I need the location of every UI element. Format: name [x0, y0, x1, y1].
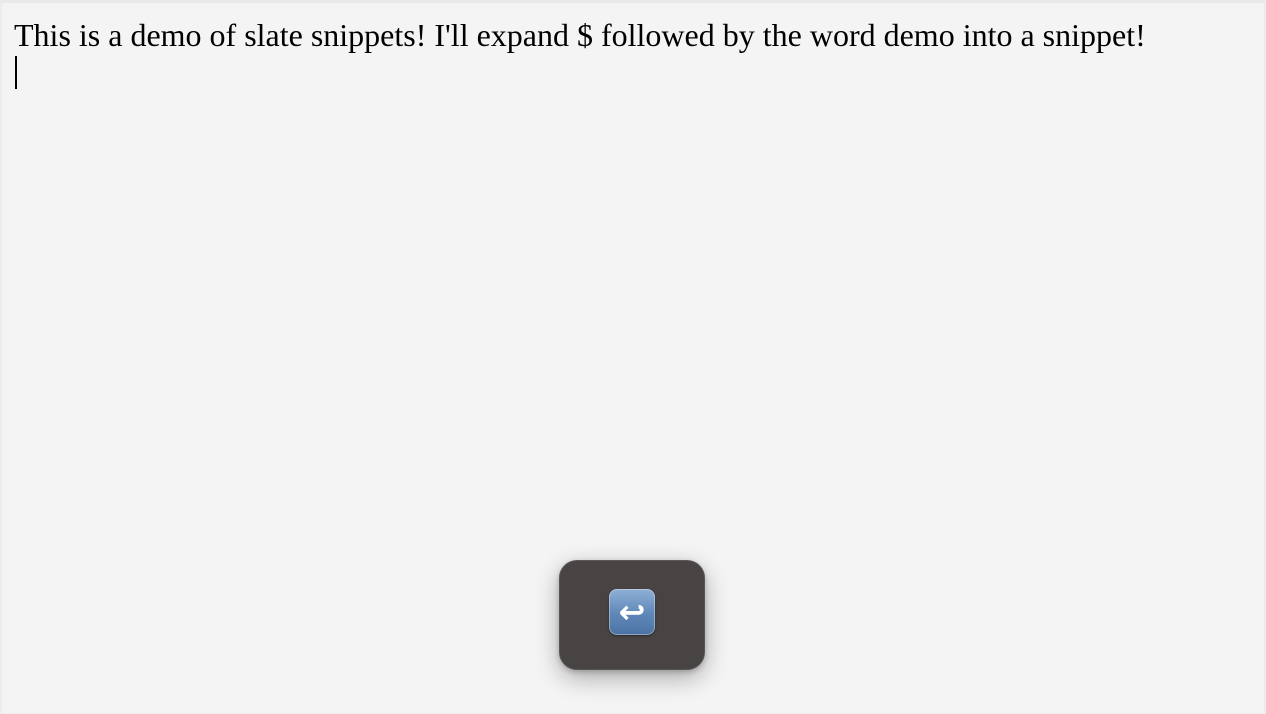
slate-editor[interactable]: This is a demo of slate snippets! I'll e… — [14, 17, 1252, 89]
empty-editor-line[interactable] — [14, 53, 1252, 89]
editor-paragraph[interactable]: This is a demo of slate snippets! I'll e… — [14, 17, 1252, 53]
keystroke-overlay: ↩ — [559, 560, 705, 670]
text-caret — [15, 56, 17, 89]
editor-page: This is a demo of slate snippets! I'll e… — [0, 0, 1266, 714]
return-key-glyph: ↩ — [618, 593, 646, 631]
return-key-icon: ↩ — [609, 589, 655, 635]
